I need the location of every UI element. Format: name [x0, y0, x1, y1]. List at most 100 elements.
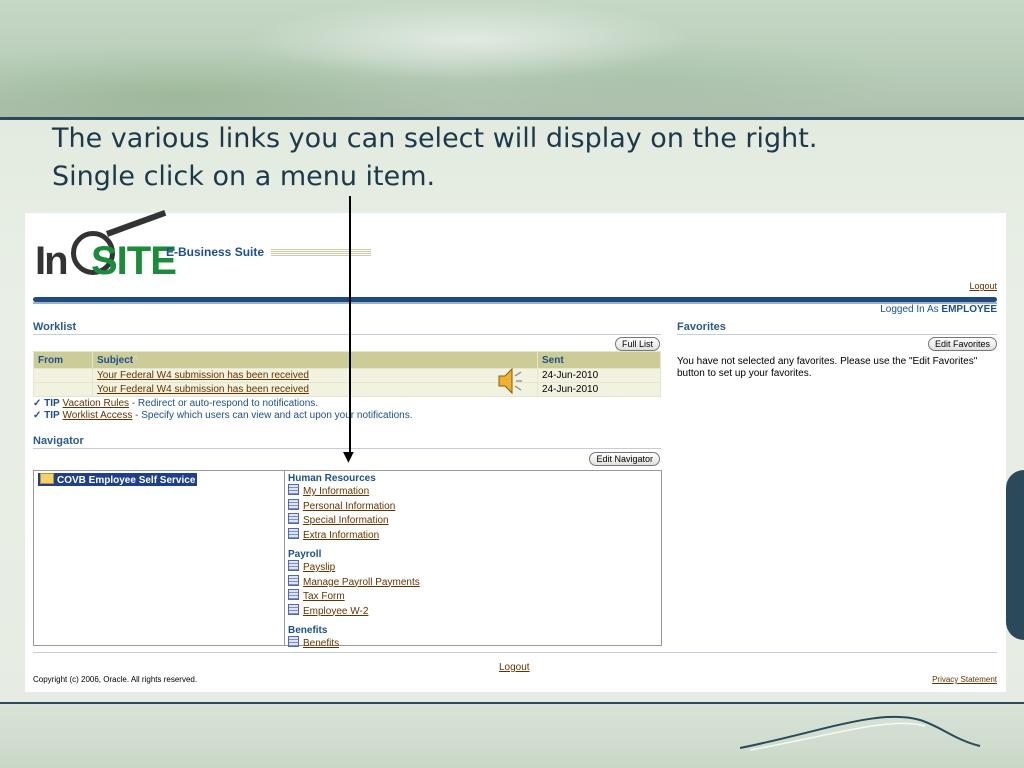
menu-item: Tax Form	[288, 589, 420, 604]
worklist-table: From Subject^ Sent Your Federal W4 submi…	[33, 351, 661, 397]
tip-text: - Redirect or auto-respond to notificati…	[129, 398, 319, 409]
cell-sent: 24-Jun-2010	[537, 382, 661, 397]
worklist-access-link[interactable]: Worklist Access	[63, 410, 133, 421]
menu-item: My Information	[288, 484, 420, 499]
column-header-sent[interactable]: Sent	[537, 351, 661, 369]
menu-link-tax-form[interactable]: Tax Form	[303, 591, 345, 602]
menu-link-manage-payroll-payments[interactable]: Manage Payroll Payments	[303, 577, 420, 588]
logo-text-in: In	[35, 239, 69, 283]
favorites-underline	[677, 334, 997, 335]
ebs-home-page: In SITE E-Business Suite Logout Logged I…	[25, 209, 1006, 692]
logo-decoration	[271, 249, 371, 257]
menu-group-title: Benefits	[288, 625, 328, 636]
navigator-title: Navigator	[33, 435, 84, 447]
cell-from	[33, 382, 93, 397]
sort-ascending-icon: ^	[133, 354, 138, 366]
footer-logout-link[interactable]: Logout	[499, 662, 530, 673]
check-icon: ✓	[33, 398, 42, 409]
menu-link-benefits[interactable]: Benefits	[303, 638, 339, 649]
tip-label: TIP	[44, 410, 60, 421]
favorites-title: Favorites	[677, 321, 726, 333]
logged-in-user: EMPLOYEE	[941, 304, 997, 315]
menu-item: Personal Information	[288, 498, 420, 514]
worklist-title: Worklist	[33, 321, 77, 333]
menu-link-employee-w2[interactable]: Employee W-2	[303, 606, 368, 617]
tip-vacation-rules: ✓ TIP Vacation Rules - Redirect or auto-…	[33, 398, 413, 410]
caption-line-1: The various links you can select will di…	[52, 123, 818, 154]
tip-text: - Specify which users can view and act u…	[132, 410, 413, 421]
menu-link-special-information[interactable]: Special Information	[303, 515, 389, 526]
check-icon: ✓	[33, 410, 42, 421]
menu-item: Benefits	[288, 636, 420, 651]
document-icon	[288, 513, 299, 524]
document-icon	[288, 498, 299, 510]
document-icon	[288, 527, 299, 539]
swoosh-decoration	[740, 715, 981, 751]
menu-item: Payslip	[288, 560, 420, 575]
menu-link-payslip[interactable]: Payslip	[303, 562, 335, 573]
menu-link-my-information[interactable]: My Information	[303, 486, 369, 497]
slide-header-background	[0, 0, 1024, 118]
full-list-button[interactable]: Full List	[614, 337, 660, 351]
edit-favorites-button[interactable]: Edit Favorites	[927, 337, 997, 351]
magnifier-handle	[105, 209, 167, 237]
cell-subject: Your Federal W4 submission has been rece…	[92, 368, 538, 383]
menu-item: Employee W-2	[288, 603, 420, 619]
table-row: Your Federal W4 submission has been rece…	[33, 382, 661, 397]
notification-link[interactable]: Your Federal W4 submission has been rece…	[97, 384, 309, 395]
cell-from	[33, 368, 93, 383]
footer-divider	[33, 652, 997, 653]
menu-group-benefits: Benefits Benefits	[288, 625, 420, 651]
menu-link-extra-information[interactable]: Extra Information	[303, 530, 379, 541]
responsibility-list: COVB Employee Self Service	[34, 471, 285, 645]
worklist-underline	[33, 334, 661, 335]
table-row: Your Federal W4 submission has been rece…	[33, 368, 661, 383]
document-icon	[288, 574, 299, 586]
document-icon	[288, 589, 299, 600]
favorites-empty-message: You have not selected any favorites. Ple…	[677, 356, 978, 379]
menu-group-payroll: Payroll Payslip Manage Payroll Payments …	[288, 549, 420, 618]
cell-subject: Your Federal W4 submission has been rece…	[92, 382, 538, 397]
menu-item: Extra Information	[288, 527, 420, 543]
menu-item: Manage Payroll Payments	[288, 574, 420, 590]
menu-group-title: Payroll	[288, 549, 322, 560]
annotation-arrow	[349, 196, 351, 458]
folder-icon	[40, 473, 54, 484]
worklist-header-row: From Subject^ Sent	[33, 351, 661, 369]
tip-worklist-access: ✓ TIP Worklist Access - Specify which us…	[33, 410, 413, 422]
header-logout-link[interactable]: Logout	[969, 281, 997, 291]
tip-label: TIP	[44, 398, 60, 409]
responsibility-covb-ess[interactable]: COVB Employee Self Service	[38, 473, 198, 486]
logged-in-status: Logged In As EMPLOYEE	[880, 304, 997, 315]
arrow-head-icon: ▼	[343, 449, 354, 465]
document-icon	[288, 603, 299, 615]
menu-items: Human Resources My Information Personal …	[288, 473, 420, 658]
menu-group-human-resources: Human Resources My Information Personal …	[288, 473, 420, 542]
edit-navigator-button[interactable]: Edit Navigator	[589, 452, 660, 466]
document-icon	[288, 636, 299, 647]
slide-side-decoration	[1006, 470, 1024, 640]
responsibility-label: COVB Employee Self Service	[57, 475, 196, 486]
document-icon	[288, 560, 299, 571]
caption-line-2: Single click on a menu item.	[52, 161, 436, 192]
speaker-icon	[498, 367, 522, 395]
menu-item: Special Information	[288, 513, 420, 528]
privacy-statement-link[interactable]: Privacy Statement	[932, 675, 997, 684]
logo-text-site: SITE	[91, 239, 177, 283]
logged-in-prefix: Logged In As	[880, 304, 939, 315]
insite-logo: In SITE E-Business Suite	[35, 209, 375, 283]
navigator-panel: COVB Employee Self Service Human Resourc…	[33, 470, 662, 649]
vacation-rules-link[interactable]: Vacation Rules	[63, 398, 130, 409]
menu-group-title: Human Resources	[288, 473, 376, 484]
header-bar-shadow	[33, 302, 997, 304]
column-header-subject[interactable]: Subject^	[92, 351, 538, 369]
notification-link[interactable]: Your Federal W4 submission has been rece…	[97, 370, 309, 381]
slide-caption: The various links you can select will di…	[52, 120, 952, 196]
menu-link-personal-information[interactable]: Personal Information	[303, 501, 395, 512]
worklist-tips: ✓ TIP Vacation Rules - Redirect or auto-…	[33, 398, 413, 422]
column-header-from[interactable]: From	[33, 351, 93, 369]
suite-label: E-Business Suite	[166, 245, 265, 259]
cell-sent: 24-Jun-2010	[537, 368, 661, 383]
copyright-text: Copyright (c) 2006, Oracle. All rights r…	[33, 675, 198, 684]
document-icon	[288, 484, 299, 495]
